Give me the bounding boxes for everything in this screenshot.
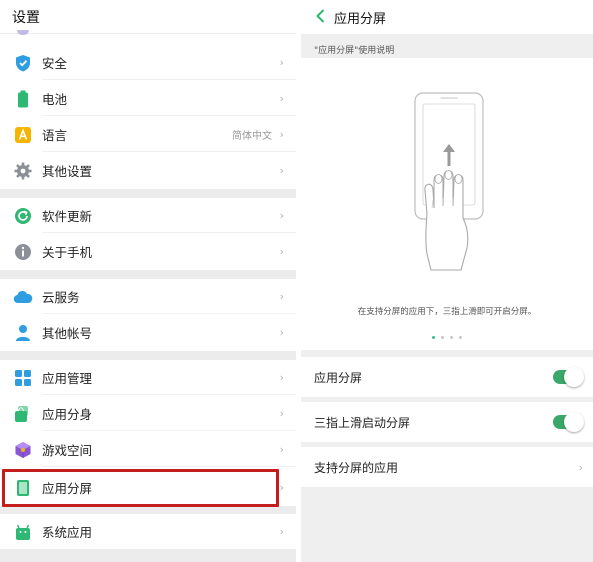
- page-dot[interactable]: [450, 336, 453, 339]
- back-arrow-icon[interactable]: [311, 7, 329, 25]
- chevron-right-icon: ›: [279, 371, 284, 384]
- gesture-caption: 在支持分屏的应用下，三指上滑即可开启分屏。: [357, 307, 537, 317]
- toggle-knob: [564, 367, 584, 387]
- chevron-right-icon: ›: [279, 164, 284, 177]
- settings-item-software-update[interactable]: 软件更新 ›: [0, 198, 296, 233]
- settings-item-label: 安全: [42, 56, 68, 71]
- split-screen-toggle[interactable]: [553, 367, 584, 387]
- chevron-right-icon: ›: [279, 128, 284, 141]
- settings-item-about-phone[interactable]: 关于手机 ›: [0, 234, 296, 269]
- language-icon: [13, 125, 33, 145]
- person-icon: [13, 323, 33, 343]
- group-separator: [0, 549, 296, 562]
- settings-item-system-apps[interactable]: 系统应用 ›: [0, 514, 296, 549]
- row-divider: [42, 115, 296, 116]
- settings-panel: 设置 安全 › 电池 › 语言 简体中文 › 其他设置 › 软件更新 › 关于手…: [0, 0, 296, 562]
- three-finger-swipe-toggle[interactable]: [553, 412, 584, 432]
- group-separator: [0, 506, 296, 514]
- row-divider: [42, 313, 296, 314]
- settings-item-cloud-service[interactable]: 云服务 ›: [0, 279, 296, 314]
- row-divider: [42, 466, 296, 467]
- scrolled-icon-fragment: [17, 30, 29, 35]
- page-dot[interactable]: [441, 336, 444, 339]
- row-divider: [42, 430, 296, 431]
- supported-apps-label: 支持分屏的应用: [314, 460, 399, 475]
- gesture-illustration-card: 在支持分屏的应用下，三指上滑即可开启分屏。: [301, 58, 593, 350]
- settings-item-language[interactable]: 语言 简体中文 ›: [0, 117, 296, 152]
- app-clone-icon: [13, 404, 33, 424]
- settings-item-label: 应用分身: [42, 407, 93, 422]
- page-title: 设置: [12, 10, 40, 26]
- battery-icon: [13, 89, 33, 109]
- gear-icon: [13, 161, 33, 181]
- page-indicator[interactable]: [301, 336, 593, 339]
- settings-item-label: 系统应用: [42, 525, 93, 540]
- settings-item-other-settings[interactable]: 其他设置 ›: [0, 153, 296, 188]
- language-value: 简体中文: [232, 131, 272, 142]
- settings-item-app-clone[interactable]: 应用分身 ›: [0, 396, 296, 431]
- chevron-right-icon: ›: [279, 56, 284, 69]
- settings-item-other-accounts[interactable]: 其他帐号 ›: [0, 315, 296, 350]
- settings-item-label: 游戏空间: [42, 443, 93, 458]
- group-separator: [0, 270, 296, 279]
- page-dot[interactable]: [432, 336, 435, 339]
- toggle-knob: [564, 412, 584, 432]
- settings-item-label: 电池: [42, 92, 68, 107]
- row-divider: [42, 394, 296, 395]
- settings-item-label: 其他设置: [42, 164, 93, 179]
- settings-item-label: 关于手机: [42, 245, 93, 260]
- row-divider: [42, 232, 296, 233]
- chevron-right-icon: ›: [279, 525, 284, 538]
- three-finger-swipe-illustration: [414, 92, 484, 271]
- row-divider: [42, 79, 296, 80]
- header-divider: [0, 33, 296, 34]
- row-divider: [42, 151, 296, 152]
- chevron-right-icon: ›: [279, 92, 284, 105]
- three-finger-swipe-toggle-row[interactable]: 三指上滑启动分屏: [301, 402, 593, 442]
- chevron-right-icon: ›: [578, 460, 583, 474]
- apps-grid-icon: [13, 368, 33, 388]
- chevron-right-icon: ›: [279, 326, 284, 339]
- page-title: 应用分屏: [334, 11, 387, 27]
- group-separator: [0, 351, 296, 360]
- chevron-right-icon: ›: [279, 209, 284, 222]
- supported-apps-row[interactable]: 支持分屏的应用 ›: [301, 447, 593, 487]
- shield-icon: [13, 53, 33, 73]
- settings-item-label: 软件更新: [42, 209, 93, 224]
- toggle-label: 三指上滑启动分屏: [314, 415, 411, 430]
- settings-item-label: 云服务: [42, 290, 80, 305]
- chevron-right-icon: ›: [279, 245, 284, 258]
- section-label: "应用分屏"使用说明: [314, 45, 395, 56]
- chevron-right-icon: ›: [279, 443, 284, 456]
- group-separator: [0, 189, 296, 198]
- split-screen-toggle-row[interactable]: 应用分屏: [301, 357, 593, 397]
- game-cube-icon: [13, 440, 33, 460]
- split-screen-panel: 应用分屏 "应用分屏"使用说明 在支持分屏的应用下，三指上滑即可开启分屏。 应用…: [301, 0, 593, 562]
- settings-item-label: 其他帐号: [42, 326, 93, 341]
- chevron-right-icon: ›: [279, 407, 284, 420]
- chevron-right-icon: ›: [279, 290, 284, 303]
- highlight-annotation: [2, 469, 279, 507]
- settings-item-label: 语言: [42, 128, 68, 143]
- refresh-icon: [13, 206, 33, 226]
- settings-item-battery[interactable]: 电池 ›: [0, 81, 296, 116]
- toggle-label: 应用分屏: [314, 370, 363, 385]
- chevron-right-icon: ›: [279, 481, 284, 494]
- info-icon: [13, 242, 33, 262]
- settings-item-label: 应用管理: [42, 371, 93, 386]
- settings-item-app-management[interactable]: 应用管理 ›: [0, 360, 296, 395]
- settings-item-security[interactable]: 安全 ›: [0, 45, 296, 80]
- settings-item-game-space[interactable]: 游戏空间 ›: [0, 432, 296, 467]
- split-screen-header: 应用分屏: [301, 0, 593, 34]
- cloud-icon: [13, 287, 33, 307]
- android-icon: [13, 522, 33, 542]
- page-dot[interactable]: [459, 336, 462, 339]
